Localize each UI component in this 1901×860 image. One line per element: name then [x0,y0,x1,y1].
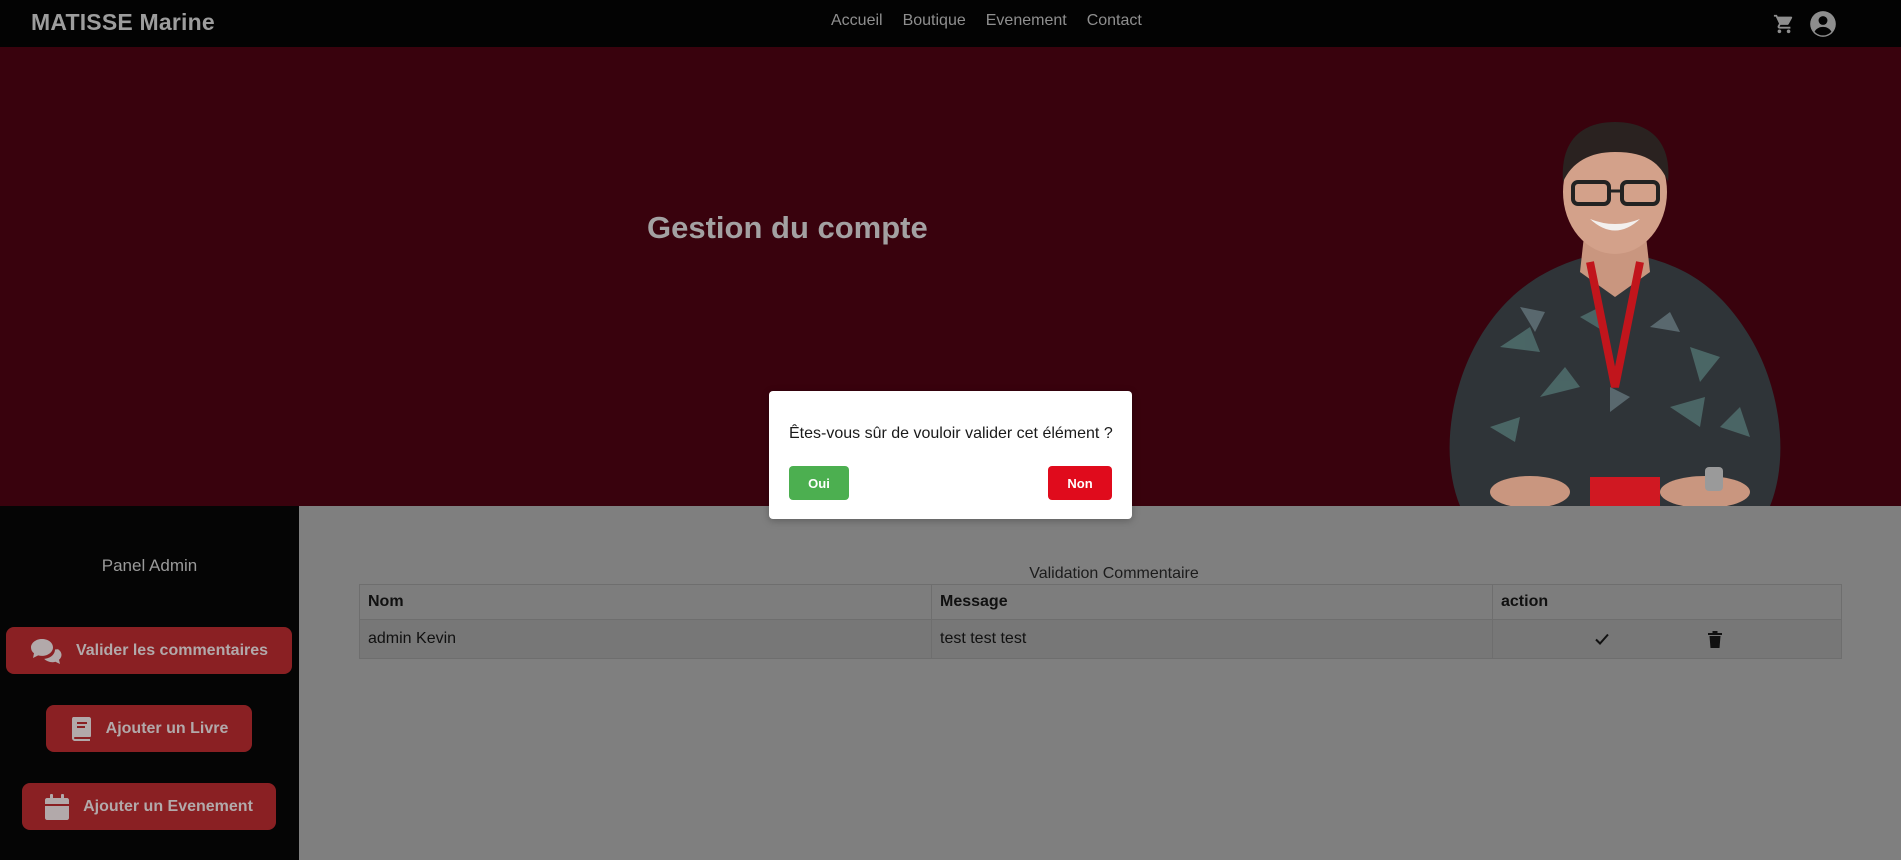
panel-title: Panel Admin [101,556,198,575]
cart-icon[interactable] [1773,13,1795,35]
header-message: Message [931,584,1493,620]
brand-logo[interactable]: MATISSE Marine [31,9,215,36]
profile-portrait [1449,122,1781,506]
comments-icon [30,638,62,664]
table-caption: Validation Commentaire [299,565,1901,583]
validate-comments-label: Valider les commentaires [75,641,269,659]
comments-table: Nom Message action admin Kevin test test… [359,584,1842,659]
add-book-label: Ajouter un Livre [105,719,229,737]
confirm-dialog: Êtes-vous sûr de vouloir valider cet élé… [769,391,1132,519]
book-icon [70,716,92,742]
cell-nom: admin Kevin [359,619,932,659]
add-book-button[interactable]: Ajouter un Livre [46,705,252,752]
table-caption-text: Validation Commentaire [1029,565,1199,582]
user-circle-icon[interactable] [1809,10,1837,38]
nav-icons [1773,10,1837,38]
trash-icon[interactable] [1708,631,1722,648]
nav-link-contact[interactable]: Contact [1087,12,1142,30]
header-action: action [1492,584,1842,620]
confirm-yes-button[interactable]: Oui [789,466,849,500]
top-navbar: MATISSE Marine Accueil Boutique Evenemen… [0,0,1901,47]
add-event-label: Ajouter un Evenement [83,797,253,815]
confirm-no-button[interactable]: Non [1048,466,1112,500]
nav-link-accueil[interactable]: Accueil [831,12,883,30]
table-row: admin Kevin test test test [359,619,1842,659]
page-title: Gestion du compte [647,210,928,245]
main-nav: Accueil Boutique Evenement Contact [831,12,1142,30]
table-header-row: Nom Message action [359,584,1842,620]
calendar-icon [45,793,70,820]
nav-link-evenement[interactable]: Evenement [986,12,1067,30]
cell-actions [1492,619,1842,659]
main-content: Validation Commentaire Nom Message actio… [299,506,1901,860]
nav-link-boutique[interactable]: Boutique [903,12,966,30]
check-icon[interactable] [1594,631,1610,647]
validate-comments-button[interactable]: Valider les commentaires [6,627,292,674]
add-event-button[interactable]: Ajouter un Evenement [22,783,276,830]
header-nom: Nom [359,584,932,620]
confirm-message: Êtes-vous sûr de vouloir valider cet élé… [789,425,1113,442]
admin-sidebar: Panel Admin Valider les commentaires Ajo… [0,506,299,860]
cell-message: test test test [931,619,1493,659]
